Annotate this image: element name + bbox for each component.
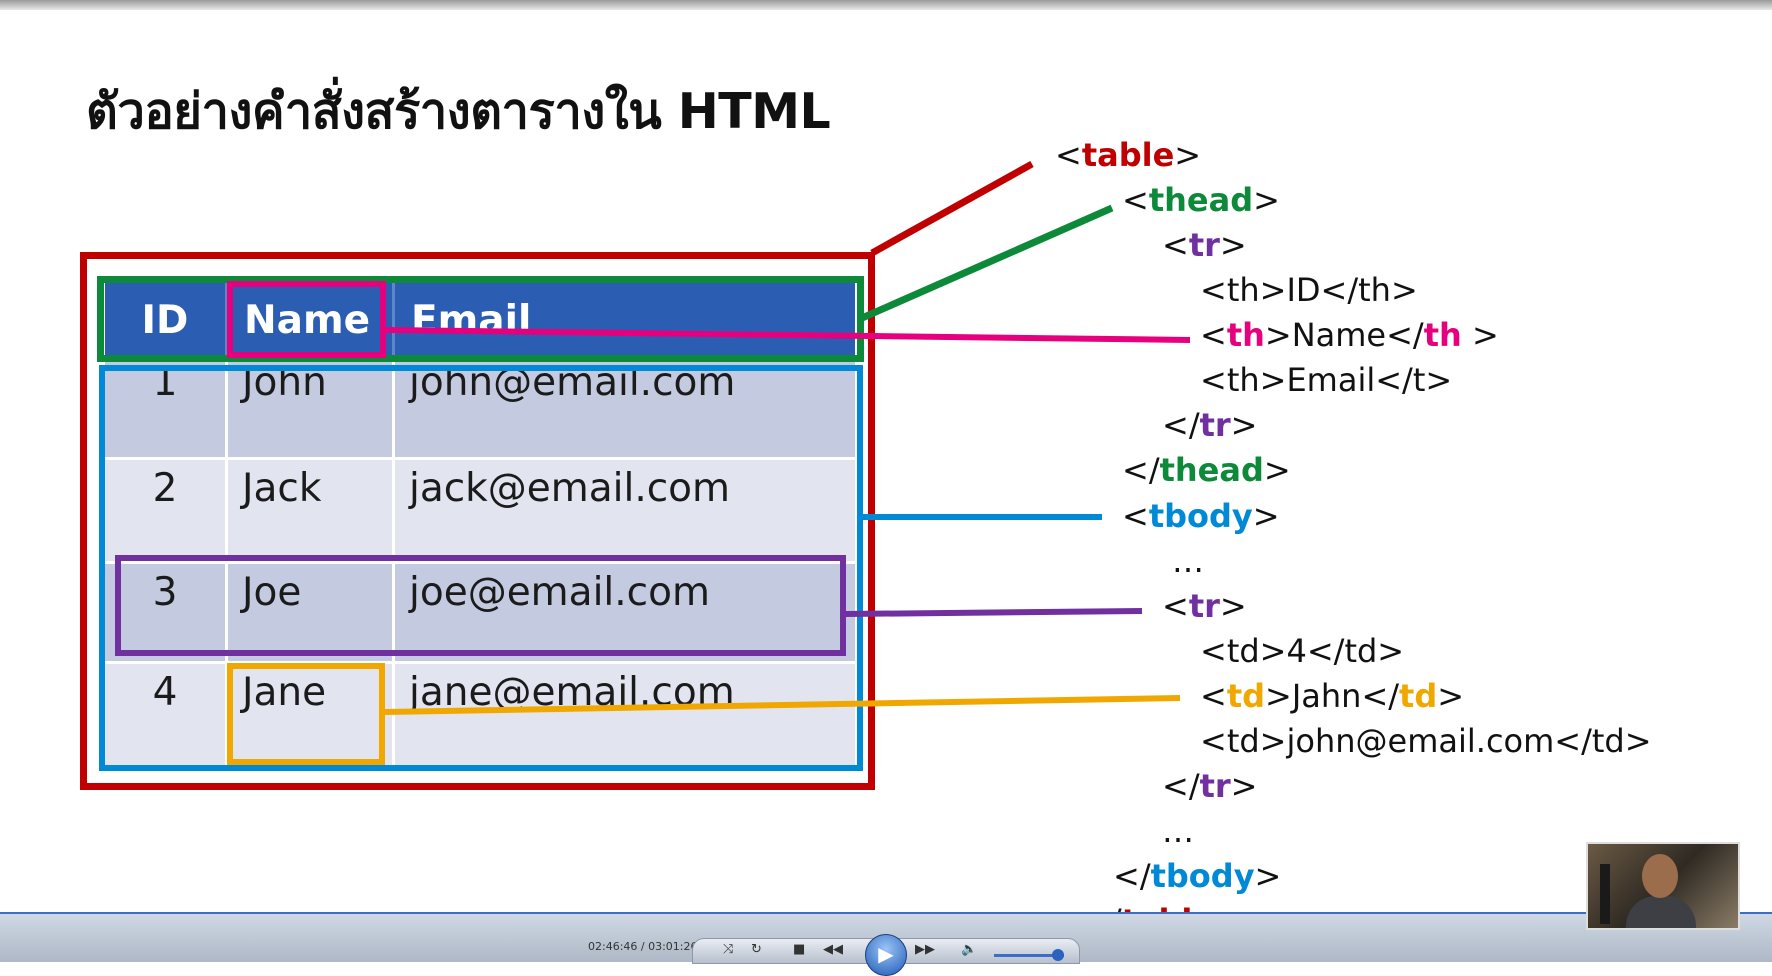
td-highlight-box [227,663,385,765]
connector-tr [845,608,1143,617]
code-td-email: <td>john@email.com</td> [1200,722,1652,760]
playback-time: 02:46:46 / 03:01:26 [588,940,698,953]
volume-icon[interactable]: 🔈 [961,942,977,957]
code-tr2-close: </tr> [1162,767,1258,805]
presenter-body [1626,896,1696,928]
stop-icon[interactable]: ■ [793,942,805,957]
code-th-name: <th>Name</th > [1200,316,1499,354]
presenter-face [1642,854,1678,898]
shuffle-icon[interactable]: ⤨ [723,942,733,957]
connector-table [870,160,1034,257]
next-icon[interactable]: ▶▶ [915,942,935,957]
repeat-icon[interactable]: ↻ [751,942,762,957]
code-ellipsis: … [1172,542,1204,580]
code-tbody-close: </tbody> [1113,857,1282,895]
volume-slider-thumb[interactable] [1052,949,1064,961]
presenter-webcam [1586,842,1740,930]
code-thead-open: <thead> [1122,181,1280,219]
code-tr-open: <tr> [1162,226,1247,264]
tr-highlight-box [115,555,846,656]
th-highlight-box [227,281,386,358]
code-table-open: <table> [1055,136,1202,174]
code-tbody-open: <tbody> [1122,497,1280,535]
code-th-email: <th>Email</t> [1200,361,1453,399]
slide-title: ตัวอย่างคำสั่งสร้างตารางใน HTML [86,83,831,140]
play-button[interactable]: ▶ [865,934,907,976]
connector-thead [860,204,1114,322]
code-ellipsis: … [1162,812,1194,850]
code-thead-close: </thead> [1122,451,1291,489]
code-td-id: <td>4</td> [1200,632,1405,670]
media-player-bar: 02:46:46 / 03:01:26 ⤨ ↻ ■ ◀◀ ▶▶ 🔈 ▶ [0,912,1772,976]
code-td-name: <td>Jahn</td> [1200,677,1465,715]
window-top-edge [0,0,1772,10]
code-tr2-open: <tr> [1162,587,1247,625]
code-tr-close: </tr> [1162,406,1258,444]
thead-highlight-box [97,276,864,362]
code-th-id: <th>ID</th> [1200,271,1418,309]
previous-icon[interactable]: ◀◀ [823,942,843,957]
microphone [1600,864,1610,924]
